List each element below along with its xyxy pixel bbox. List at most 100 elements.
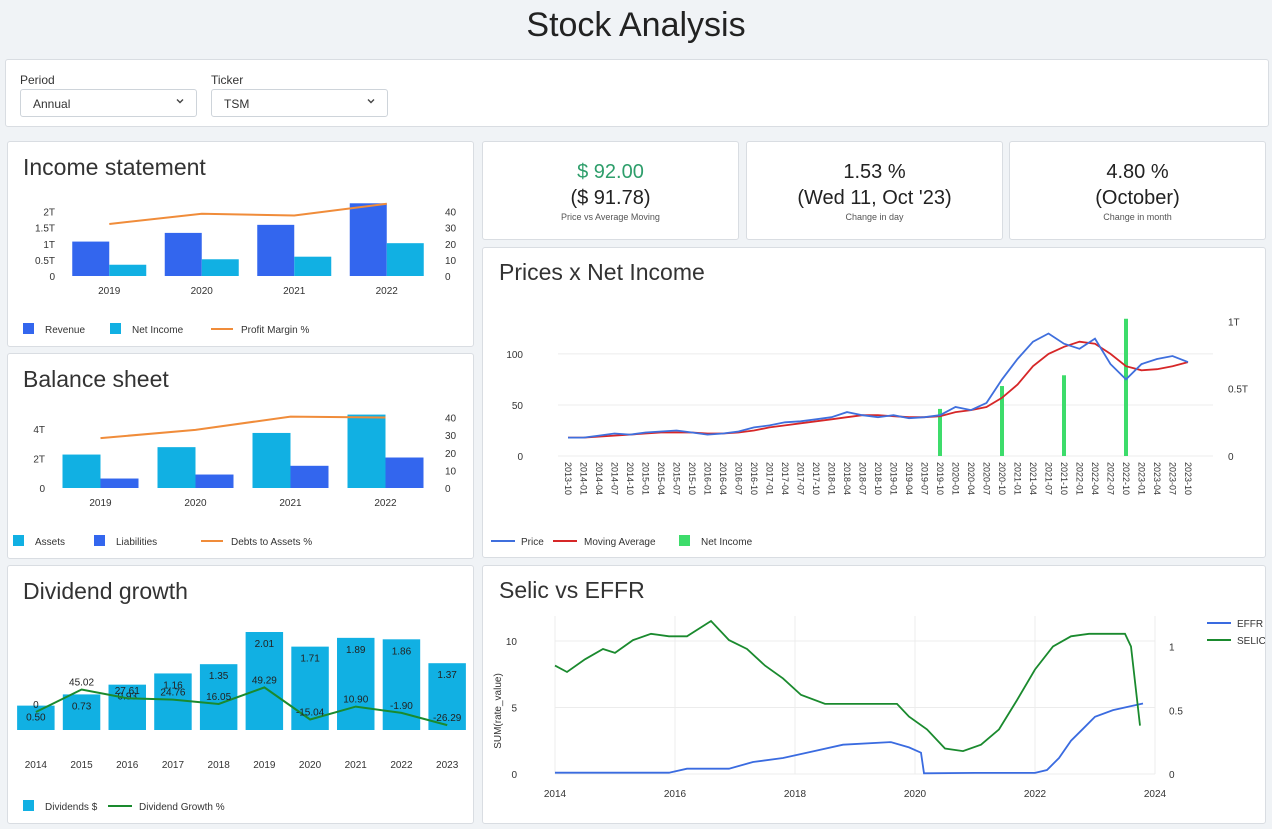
- prices-net-income-bar: [1124, 318, 1128, 456]
- kpi-card-day: 1.53 % (Wed 11, Oct '23) Change in day: [746, 141, 1003, 240]
- dividend-xtick: 2020: [299, 760, 322, 771]
- selic-xtick: 2020: [904, 789, 927, 800]
- prices-card: Prices x Net Income 0 50 100 0 0.5T 1T 2013-10…: [482, 247, 1266, 558]
- prices-xtick: 2015-04: [656, 462, 666, 495]
- kpi-day-date: (Wed 11, Oct '23): [797, 187, 952, 209]
- selic-y2tick: 0: [1169, 770, 1175, 781]
- balance-legend-label: Liabilities: [116, 537, 157, 548]
- selic-line-effr: [555, 702, 1144, 775]
- balance-card: Balance sheet 0 2T 4T 0 10 20 30 40 2019 2020 2021…: [7, 353, 474, 559]
- income-bar-revenue: [72, 241, 110, 276]
- selic-xtick: 2018: [784, 789, 807, 800]
- prices-xtick: 2014-07: [610, 462, 620, 495]
- ticker-value: TSM: [224, 97, 250, 111]
- prices-xtick: 2014-01: [579, 462, 589, 495]
- prices-xtick: 2018-07: [858, 462, 868, 495]
- income-line-profit-margin-: [109, 202, 387, 225]
- kpi-month-label: (October): [1095, 187, 1180, 209]
- balance-ytick: 4T: [33, 425, 45, 436]
- selic-y2tick: 1: [1169, 643, 1175, 654]
- income-y2tick: 30: [445, 224, 457, 235]
- balance-y2tick: 20: [445, 449, 457, 460]
- prices-xtick: 2017-01: [765, 462, 775, 495]
- prices-xtick: 2021-04: [1028, 462, 1038, 495]
- income-y2tick: 0: [445, 272, 451, 283]
- prices-xtick: 2022-10: [1121, 462, 1131, 495]
- income-y2tick: 20: [445, 240, 457, 251]
- dividend-bar-label: 0.73: [72, 701, 92, 712]
- prices-line-moving-average: [568, 340, 1189, 439]
- income-chart: 0 0.5T 1T 1.5T 2T 0 10 20 30 40 2019 2020 2021 2022 Re…: [23, 202, 457, 336]
- balance-y2tick: 0: [445, 484, 451, 495]
- income-xtick: 2021: [283, 286, 306, 297]
- prices-xtick: 2021-01: [1013, 462, 1023, 495]
- prices-xtick: 2015-01: [641, 462, 651, 495]
- income-bar-revenue: [349, 203, 387, 276]
- dividend-growth-label: 16.05: [206, 692, 231, 703]
- filter-bar: Period Annual Ticker TSM: [5, 59, 1269, 127]
- prices-xtick: 2017-07: [796, 462, 806, 495]
- dividend-bar-label: 1.35: [209, 671, 229, 682]
- balance-xtick: 2021: [279, 498, 302, 509]
- income-legend-label: Profit Margin %: [241, 325, 309, 336]
- balance-bar-liabilities: [385, 457, 424, 488]
- period-select[interactable]: Annual: [20, 89, 197, 117]
- chevron-down-icon: [367, 99, 375, 104]
- dividend-growth-label: 0: [33, 700, 39, 711]
- kpi-month-caption: Change in month: [1103, 212, 1172, 222]
- balance-bar-liabilities: [290, 465, 329, 488]
- prices-ytick: 0: [517, 452, 523, 463]
- prices-xtick: 2014-04: [594, 462, 604, 495]
- dividend-chart: 0.5020140.7320150.9320161.1620171.352018…: [17, 632, 466, 813]
- selic-ylabel: SUM(rate_value): [493, 673, 504, 749]
- income-legend-swatch: [110, 323, 121, 334]
- prices-xtick: 2020-10: [997, 462, 1007, 495]
- income-ytick: 0: [49, 272, 55, 283]
- balance-ytick: 0: [39, 484, 45, 495]
- prices-xtick: 2017-10: [811, 462, 821, 495]
- dividend-legend-label: Dividends $: [45, 802, 98, 813]
- dividend-xtick: 2016: [116, 760, 139, 771]
- dividend-legend-swatch: [23, 800, 34, 811]
- selic-ytick: 5: [511, 703, 517, 714]
- dividend-bar-label: 1.37: [437, 670, 457, 681]
- balance-y2tick: 30: [445, 431, 457, 442]
- period-value: Annual: [33, 97, 71, 111]
- balance-xtick: 2022: [374, 498, 397, 509]
- prices-xtick: 2023-01: [1137, 462, 1147, 495]
- dividend-bar-label: 2.01: [255, 639, 275, 650]
- balance-bar-assets: [62, 454, 101, 488]
- prices-xtick: 2019-10: [935, 462, 945, 495]
- balance-legend-swatch: [94, 535, 105, 546]
- income-ytick: 1T: [43, 240, 55, 251]
- income-bar-net-income: [109, 264, 147, 276]
- income-bar-revenue: [164, 232, 202, 276]
- kpi-card-month: 4.80 % (October) Change in month: [1009, 141, 1266, 240]
- prices-xtick: 2016-01: [703, 462, 713, 495]
- kpi-price-value: $ 92.00: [577, 161, 644, 183]
- selic-card: Selic vs EFFR 2014 2016 2018 2020 2022 2024 0 5…: [482, 565, 1266, 824]
- prices-xtick: 2020-07: [982, 462, 992, 495]
- selic-xtick: 2014: [544, 789, 567, 800]
- page-title: Stock Analysis: [526, 6, 746, 44]
- prices-y2tick: 1T: [1228, 317, 1240, 328]
- balance-xtick: 2020: [184, 498, 207, 509]
- ticker-select[interactable]: TSM: [211, 89, 388, 117]
- dividend-xtick: 2022: [390, 760, 413, 771]
- balance-legend-label: Assets: [35, 537, 65, 548]
- income-bar-net-income: [386, 243, 424, 276]
- kpi-price-caption: Price vs Average Moving: [561, 212, 660, 222]
- balance-bar-liabilities: [195, 474, 234, 488]
- prices-legend-label: Price: [521, 537, 544, 548]
- dividend-card: Dividend growth 0.50 2014 0.73 2015 0.93 2016…: [7, 565, 474, 824]
- income-bar-net-income: [201, 259, 239, 276]
- prices-xtick: 2023-10: [1183, 462, 1193, 495]
- dividend-growth-label: -15.04: [296, 708, 325, 719]
- dividend-bar-label: 1.89: [346, 645, 366, 656]
- income-bar-net-income: [294, 256, 332, 276]
- prices-xtick: 2023-04: [1152, 462, 1162, 495]
- kpi-price-average: ($ 91.78): [570, 187, 651, 209]
- balance-xtick: 2019: [89, 498, 112, 509]
- balance-bar-liabilities: [100, 478, 139, 488]
- prices-xtick: 2019-01: [889, 462, 899, 495]
